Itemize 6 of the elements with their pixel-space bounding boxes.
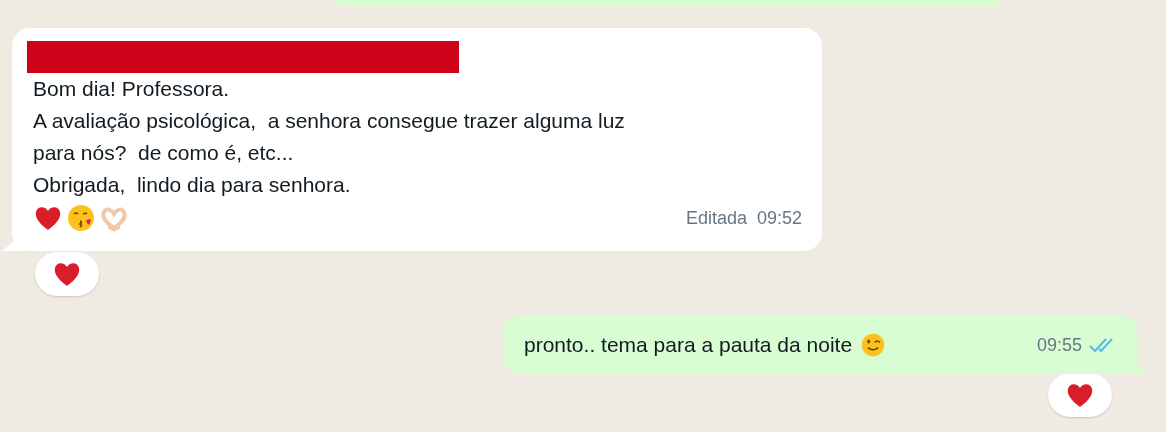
- message-text: pronto.. tema para a pauta da noite: [524, 332, 853, 359]
- reaction-badge[interactable]: [35, 252, 99, 296]
- message-text: Bom dia! Professora. A avaliação psicológica, a senhora consegue trazer alguma luz para nós? de como é, etc... Obrigada, lindo dia para senhora.: [33, 76, 626, 198]
- message-time: 09:55: [1036, 333, 1082, 357]
- reaction-badge[interactable]: [1048, 373, 1112, 417]
- message-meta: Editada 09:52: [685, 206, 802, 230]
